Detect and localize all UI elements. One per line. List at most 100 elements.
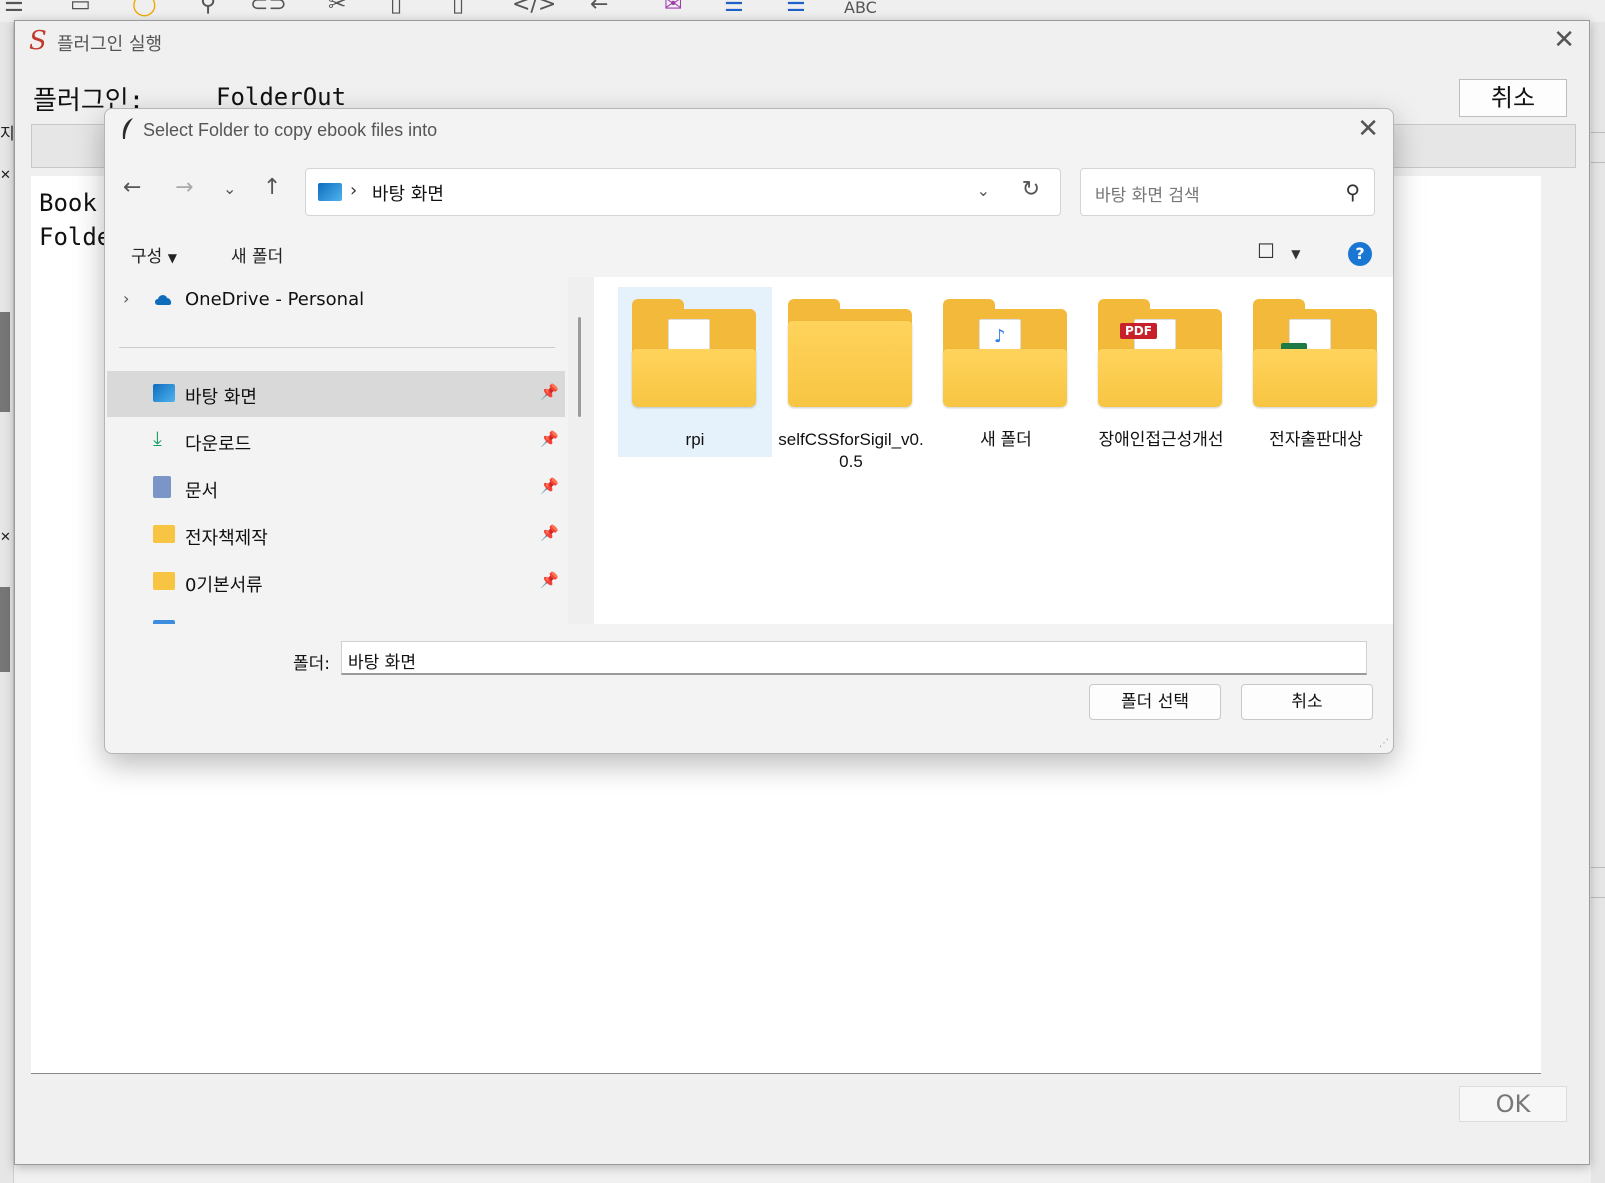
folder-front (943, 349, 1067, 407)
folder-field-value[interactable]: 바탕 화면 (348, 648, 416, 673)
folder-front (1098, 349, 1222, 407)
spellcheck-icon: ABC (844, 0, 877, 17)
background-bar (0, 312, 10, 412)
recent-locations-icon[interactable]: ⌄ (223, 179, 236, 198)
background-line (1591, 897, 1605, 898)
pane-divider[interactable] (568, 277, 594, 624)
folder-item[interactable]: selfCSSforSigil_v0.0.5 (774, 287, 928, 471)
close-icon[interactable]: ✕ (1357, 114, 1379, 144)
download-icon: ⤓ (153, 426, 162, 450)
pin-icon[interactable]: 📌 (540, 524, 559, 542)
nav-separator (119, 347, 555, 348)
organize-menu[interactable]: 구성 ▼ (131, 242, 177, 267)
nav-item-desktop[interactable]: 바탕 화면 📌 (107, 371, 565, 417)
back-icon[interactable]: ← (123, 175, 141, 200)
select-folder-button[interactable]: 폴더 선택 (1089, 684, 1221, 720)
up-icon[interactable]: ↑ (263, 175, 281, 200)
folder-item[interactable]: PDF 장애인접근성개선 (1084, 287, 1238, 457)
folder-front (1253, 349, 1377, 407)
navigation-pane: › OneDrive - Personal 바탕 화면 📌 ⤓ 다운로드 📌 문… (105, 277, 568, 624)
search-placeholder[interactable]: 바탕 화면 검색 (1095, 181, 1200, 206)
background-line (1591, 162, 1605, 163)
chevron-down-icon[interactable]: ⌄ (977, 181, 990, 200)
view-icon: ☐ (1257, 239, 1275, 263)
background-right-panel (1591, 22, 1605, 1183)
search-icon: ◯ (132, 0, 157, 17)
select-folder-dialog: Select Folder to copy ebook files into ✕… (104, 108, 1394, 754)
refresh-icon[interactable]: ↻ (1022, 177, 1040, 202)
anchor-icon: ⚲ (200, 0, 217, 17)
background-line (1591, 132, 1605, 133)
background-line (1591, 867, 1605, 868)
close-icon: ✕ (0, 168, 11, 183)
nav-item-folder[interactable]: 0기본서류 📌 (107, 559, 565, 605)
folder-item[interactable]: 전자출판대상 (1239, 287, 1393, 457)
pin-icon[interactable]: 📌 (540, 477, 559, 495)
resize-grip[interactable]: ⋰ (1379, 738, 1389, 749)
background-bar (0, 587, 10, 672)
dialog-titlebar: Select Folder to copy ebook files into ✕ (105, 109, 1393, 151)
address-bar[interactable]: › 바탕 화면 ⌄ ↻ (305, 168, 1061, 216)
paste-icon: ▯ (452, 0, 465, 17)
nav-item-onedrive[interactable]: › OneDrive - Personal (107, 277, 565, 323)
folder-name: 장애인접근성개선 (1098, 430, 1224, 449)
folder-name: rpi (685, 430, 705, 449)
new-folder-button[interactable]: 새 폴더 (231, 242, 283, 267)
folder-icon (153, 525, 175, 543)
folder-item[interactable]: rpi (618, 287, 772, 457)
plugin-ok-button[interactable]: OK (1459, 1086, 1567, 1122)
folder-name: 전자출판대상 (1269, 430, 1363, 449)
nav-item-label: 바탕 화면 (185, 387, 257, 408)
folder-field[interactable]: 바탕 화면 (341, 641, 1367, 675)
nav-item-folder[interactable]: 전자책제작 📌 (107, 512, 565, 558)
document-icon (153, 476, 171, 498)
close-icon: ✕ (0, 530, 11, 545)
folder-name: 새 폴더 (980, 430, 1032, 449)
caret-down-icon: ▼ (1291, 247, 1301, 261)
nav-scrollbar[interactable] (578, 317, 581, 417)
view-options[interactable]: ☐ ▼ (1257, 239, 1301, 263)
log-line: Book (39, 189, 97, 217)
background-glyph: 지 (0, 124, 15, 143)
pin-icon[interactable]: 📌 (540, 430, 559, 448)
nav-item-label: 문서 (185, 481, 219, 502)
chevron-right-icon[interactable]: › (123, 289, 129, 308)
code-icon: </> (512, 0, 557, 17)
plugin-cancel-button[interactable]: 취소 (1459, 79, 1567, 117)
cut-icon: ✂ (328, 0, 347, 17)
organize-label: 구성 (131, 247, 163, 267)
media-icon: ♪ (994, 326, 1006, 347)
nav-item-label: 0기본서류 (185, 575, 263, 596)
chevron-right-icon[interactable]: › (350, 180, 357, 201)
sigil-app-icon: S (29, 26, 47, 56)
cloud-icon (155, 295, 172, 305)
cancel-button[interactable]: 취소 (1241, 684, 1373, 720)
forward-icon[interactable]: → (175, 175, 193, 200)
folder-field-label: 폴더: (293, 654, 331, 674)
undo-icon: ← (590, 0, 609, 17)
desktop-icon (318, 183, 342, 201)
nav-item-label: 전자책제작 (185, 528, 268, 549)
pin-icon[interactable]: 📌 (540, 383, 559, 401)
nav-item-documents[interactable]: 문서 📌 (107, 465, 565, 511)
address-path[interactable]: 바탕 화면 (372, 180, 444, 206)
dialog-title: Select Folder to copy ebook files into (143, 120, 438, 140)
log-line: Folde (39, 223, 112, 251)
background-toolbar: ☰ ▭ ◯ ⚲ ⊂⊃ ✂ ▯ ▯ </> ← ✉ ☰ ☰ ABC (0, 0, 1605, 22)
copy-icon: ▯ (390, 0, 403, 17)
link-icon: ⊂⊃ (250, 0, 287, 17)
plugin-window-title: 플러그인 실행 (57, 34, 163, 55)
folder-front (632, 349, 756, 407)
search-box[interactable]: 바탕 화면 검색 ⚲ (1080, 168, 1375, 216)
nav-item-partial[interactable] (107, 607, 565, 624)
folder-icon (153, 572, 175, 590)
folder-item[interactable]: ♪ 새 폴더 (929, 287, 1083, 457)
folder-name: selfCSSforSigil_v0.0.5 (778, 430, 924, 471)
help-icon[interactable]: ? (1348, 242, 1372, 266)
folder-front (788, 321, 912, 407)
file-list: rpi selfCSSforSigil_v0.0.5 ♪ 새 폴더 PDF 장애… (594, 277, 1393, 624)
search-icon[interactable]: ⚲ (1345, 180, 1360, 204)
nav-item-downloads[interactable]: ⤓ 다운로드 📌 (107, 418, 565, 464)
close-icon[interactable]: ✕ (1553, 25, 1575, 55)
pin-icon[interactable]: 📌 (540, 571, 559, 589)
